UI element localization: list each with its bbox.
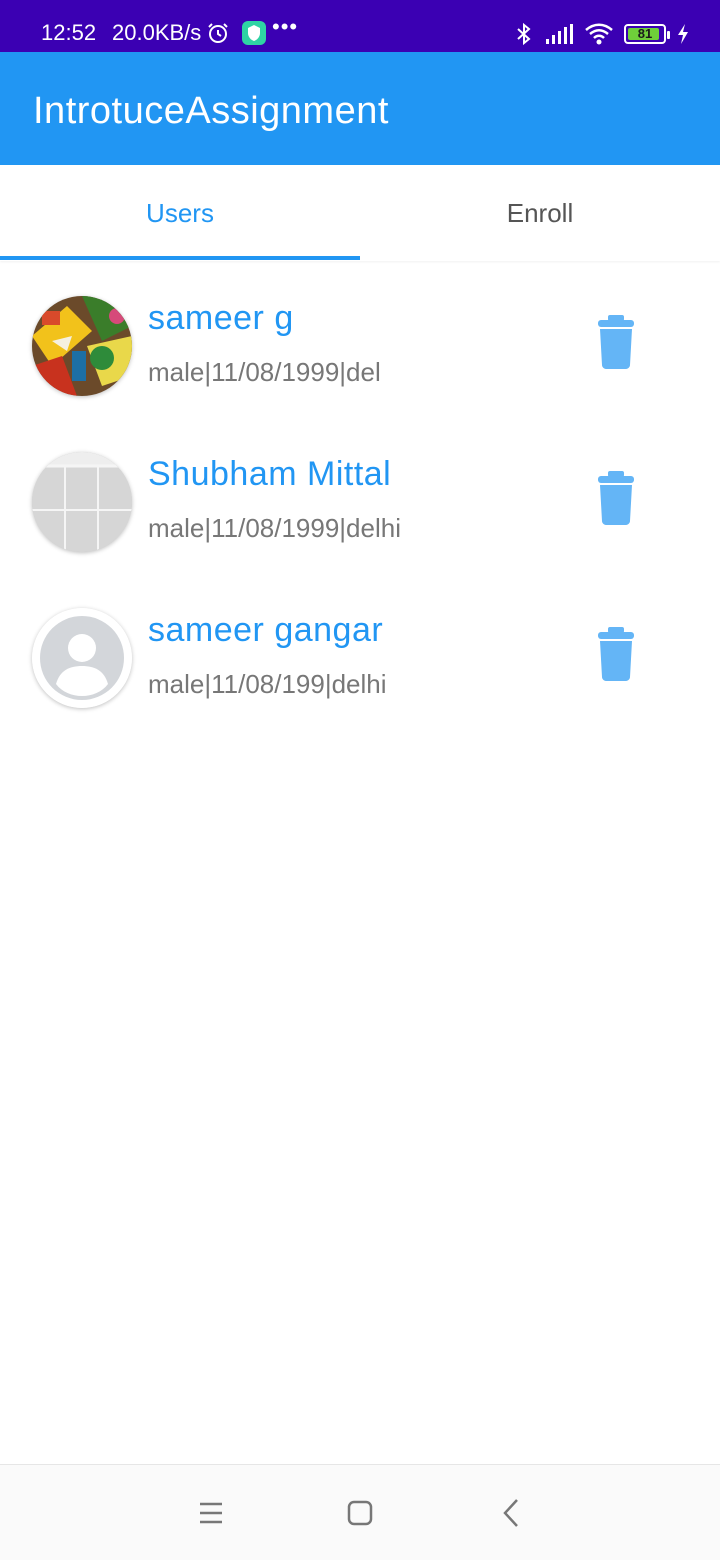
app-bar: IntrotuceAssignment — [0, 52, 720, 165]
home-icon[interactable] — [340, 1493, 380, 1533]
network-speed: 20.0KB/s — [112, 20, 202, 45]
user-avatar — [32, 608, 132, 708]
system-nav-bar — [0, 1464, 720, 1560]
user-avatar — [32, 452, 132, 552]
menu-icon[interactable] — [191, 1493, 231, 1533]
charging-icon — [678, 24, 688, 44]
delete-icon[interactable] — [596, 471, 636, 525]
more-notifications-indicator: ••• — [272, 14, 299, 39]
user-list-item[interactable]: Shubham Mittal male|11/08/1999|delhi — [0, 417, 720, 573]
user-name: sameer gangar — [148, 611, 384, 649]
status-time: 12:52 — [41, 20, 97, 45]
user-details: male|11/08/1999|del — [148, 357, 381, 387]
battery-icon: 81 — [624, 24, 670, 44]
user-avatar — [32, 296, 132, 396]
user-name: Shubham Mittal — [148, 455, 392, 493]
user-details: male|11/08/1999|delhi — [148, 513, 401, 543]
user-list-item[interactable]: sameer gangar male|11/08/199|delhi — [0, 573, 720, 729]
tab-enroll[interactable]: Enroll — [360, 165, 720, 261]
tab-bar: Users Enroll — [0, 165, 720, 261]
security-shield-icon — [242, 21, 266, 45]
wifi-icon — [585, 23, 613, 45]
bluetooth-icon — [517, 22, 531, 46]
status-bar: 12:52 20.0KB/s ••• 81 — [0, 0, 720, 52]
app-title: IntrotuceAssignment — [33, 90, 389, 132]
user-details: male|11/08/199|delhi — [148, 669, 387, 699]
battery-level: 81 — [637, 26, 653, 41]
tab-users[interactable]: Users — [0, 165, 360, 261]
user-list-item[interactable]: sameer g male|11/08/1999|del — [0, 261, 720, 417]
user-name: sameer g — [148, 299, 294, 337]
tab-indicator — [0, 256, 360, 260]
back-icon[interactable] — [492, 1493, 532, 1533]
alarm-icon — [208, 23, 228, 43]
signal-icon — [546, 24, 573, 44]
user-list: sameer g male|11/08/1999|del Shubham Mit… — [0, 261, 720, 729]
delete-icon[interactable] — [596, 627, 636, 681]
status-icons: 81 — [514, 20, 690, 48]
delete-icon[interactable] — [596, 315, 636, 369]
default-person-icon — [32, 608, 132, 708]
